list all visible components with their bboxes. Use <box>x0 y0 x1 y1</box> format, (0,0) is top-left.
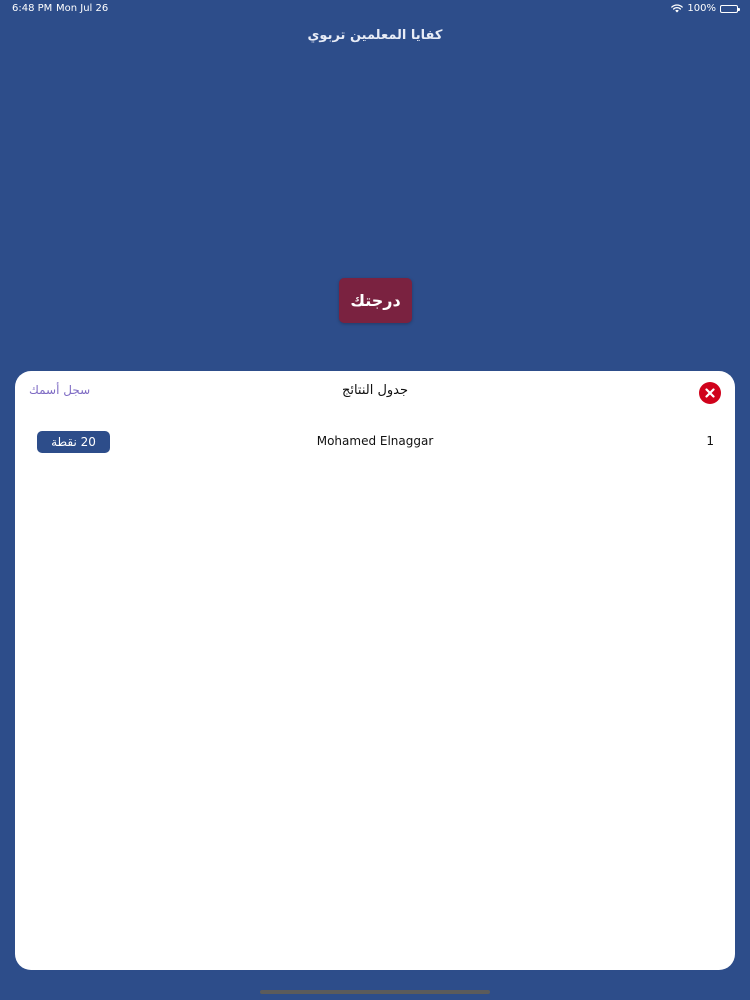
result-row: 20 نقطة Mohamed Elnaggar 1 <box>15 431 735 455</box>
rank-number: 1 <box>706 434 714 448</box>
close-button[interactable] <box>699 382 721 404</box>
results-sheet: سجل أسمك جدول النتائج 20 نقطة Mohamed El… <box>15 371 735 970</box>
score-button[interactable]: درجتك <box>339 278 412 323</box>
battery-icon <box>720 4 740 13</box>
status-bar: 6:48 PM Mon Jul 26 100% <box>0 0 750 18</box>
status-indicators: 100% <box>671 3 740 14</box>
status-date: Mon Jul 26 <box>56 3 109 14</box>
player-name: Mohamed Elnaggar <box>316 434 434 448</box>
results-table-title: جدول النتائج <box>341 383 409 398</box>
status-time: 6:48 PM <box>12 3 53 14</box>
wifi-icon <box>671 4 684 13</box>
home-indicator <box>260 990 490 994</box>
app-title: كفايا المعلمين تربوي <box>307 28 443 43</box>
close-icon <box>705 388 715 398</box>
battery-percentage: 100% <box>687 3 716 14</box>
